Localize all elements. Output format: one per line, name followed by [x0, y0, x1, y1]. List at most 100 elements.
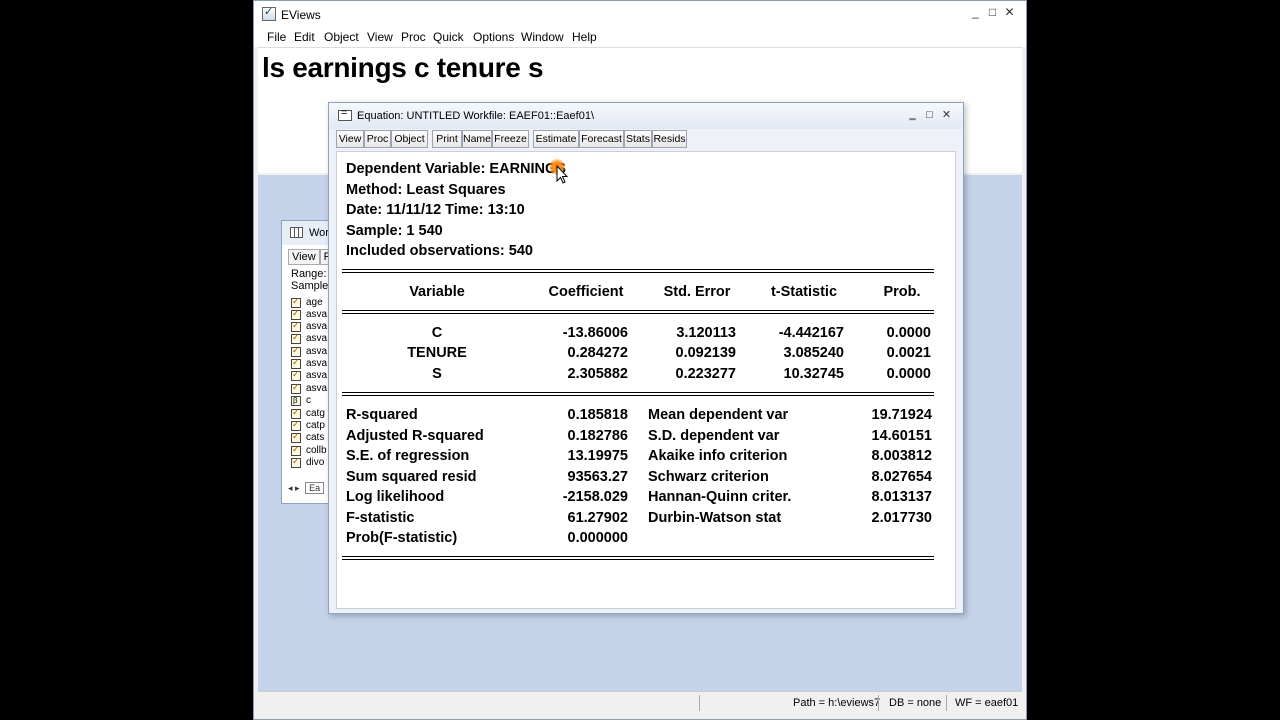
col-header-variable: Variable	[409, 284, 465, 300]
equation-titlebar[interactable]: Equation: UNTITLED Workfile: EAEF01::Eae…	[329, 103, 963, 129]
status-bar: Path = h:\eviews7 DB = none WF = eaef01	[258, 691, 1022, 714]
status-separator	[878, 695, 879, 711]
list-item[interactable]: asva	[291, 332, 328, 345]
stat-label: Adjusted R-squared	[346, 428, 484, 444]
series-object-icon	[291, 369, 301, 381]
stat-label: F-statistic	[346, 510, 415, 526]
stat-value: 14.60151	[871, 428, 932, 444]
menu-help[interactable]: Help	[572, 30, 597, 44]
menu-view[interactable]: View	[367, 30, 393, 44]
row-variable: S	[432, 366, 442, 382]
series-object-icon	[291, 382, 301, 394]
stat-value: 0.000000	[567, 530, 628, 546]
table-rule	[342, 310, 934, 314]
toolbar-view-button[interactable]: View	[336, 130, 364, 148]
menu-window[interactable]: Window	[521, 30, 564, 44]
date-time-line: Date: 11/11/12 Time: 13:10	[346, 202, 525, 218]
series-object-icon	[291, 332, 301, 344]
row-variable: C	[431, 325, 443, 341]
command-text[interactable]: ls earnings c tenure s	[262, 52, 544, 84]
toolbar-print-button[interactable]: Print	[432, 130, 462, 148]
stat-label: Mean dependent var	[648, 407, 789, 423]
series-object-icon	[291, 419, 301, 431]
equation-maximize-button[interactable]: □	[921, 109, 938, 121]
mouse-cursor-icon	[549, 159, 572, 184]
status-separator	[946, 695, 947, 711]
col-header-std-error: Std. Error	[663, 284, 731, 300]
series-object-icon	[291, 357, 301, 369]
row-coefficient: 0.284272	[567, 345, 628, 361]
list-item-label: asva	[306, 358, 328, 369]
list-item[interactable]: cats	[291, 431, 325, 444]
col-header-prob: Prob.	[883, 284, 921, 300]
workfile-tab-bar: ◂ ▸ Ea	[288, 482, 325, 494]
stat-value: 13.19975	[567, 448, 628, 464]
row-prob: 0.0021	[886, 345, 931, 361]
list-item[interactable]: asva	[291, 382, 328, 395]
stat-label: Hannan-Quinn criter.	[648, 489, 792, 505]
toolbar-estimate-button[interactable]: Estimate	[533, 130, 579, 148]
toolbar-object-button[interactable]: Object	[391, 130, 428, 148]
list-item[interactable]: asva	[291, 369, 327, 382]
menu-quick[interactable]: Quick	[433, 30, 464, 44]
list-item-label: divo	[306, 457, 325, 468]
row-std-error: 3.120113	[676, 325, 736, 341]
toolbar-resids-button[interactable]: Resids	[652, 130, 687, 148]
toolbar-stats-button[interactable]: Stats	[624, 130, 652, 148]
list-item-label: cats	[306, 432, 325, 443]
stat-label: Log likelihood	[346, 489, 445, 505]
close-button[interactable]: ✕	[1001, 5, 1018, 19]
toolbar-proc-button[interactable]: Proc	[364, 130, 391, 148]
equation-icon	[338, 107, 352, 121]
regression-output[interactable]: Dependent Variable: EARNINGS Method: Lea…	[336, 151, 956, 609]
list-item[interactable]: c	[291, 395, 311, 407]
workfile-view-button[interactable]: View	[288, 249, 320, 265]
status-workfile: WF = eaef01	[955, 697, 1019, 709]
minimize-button[interactable]: _	[967, 5, 984, 19]
row-prob: 0.0000	[886, 366, 931, 382]
equation-window-controls: ‗ □ ✕	[904, 108, 955, 121]
menu-proc[interactable]: Proc	[401, 30, 426, 44]
stat-label: S.E. of regression	[346, 448, 470, 464]
list-item-label: asva	[306, 383, 328, 394]
workfile-tab[interactable]: Ea	[305, 482, 325, 494]
toolbar-forecast-button[interactable]: Forecast	[579, 130, 624, 148]
series-object-icon	[291, 296, 301, 308]
row-t-statistic: 10.32745	[783, 366, 844, 382]
menu-object[interactable]: Object	[324, 30, 359, 44]
toolbar-freeze-button[interactable]: Freeze	[492, 130, 529, 148]
status-separator	[699, 695, 700, 711]
menu-edit[interactable]: Edit	[294, 30, 315, 44]
stat-label: Durbin-Watson stat	[648, 510, 782, 526]
row-std-error: 0.223277	[675, 366, 736, 382]
equation-window[interactable]: Equation: UNTITLED Workfile: EAEF01::Eae…	[328, 102, 964, 614]
equation-title: Equation: UNTITLED Workfile: EAEF01::Eae…	[357, 110, 595, 122]
menu-file[interactable]: File	[267, 30, 286, 44]
stat-label: R-squared	[346, 407, 418, 423]
main-titlebar: EViews _□✕	[254, 1, 1026, 27]
status-db: DB = none	[889, 697, 942, 709]
equation-minimize-button[interactable]: ‗	[904, 109, 921, 121]
table-rule	[342, 556, 934, 560]
stat-label: Sum squared resid	[346, 469, 477, 485]
series-object-icon	[291, 456, 301, 468]
stat-value: 19.71924	[871, 407, 932, 423]
method-line: Method: Least Squares	[346, 182, 506, 198]
list-item-label: asva	[306, 333, 328, 344]
row-coefficient: -13.86006	[562, 325, 628, 341]
menu-options[interactable]: Options	[473, 30, 514, 44]
workfile-title: Wor	[309, 227, 329, 239]
equation-close-button[interactable]: ✕	[938, 108, 955, 121]
eviews-app-icon	[262, 5, 276, 21]
maximize-button[interactable]: □	[984, 5, 1001, 19]
stat-label: Schwarz criterion	[648, 469, 769, 485]
scalar-object-icon	[291, 395, 301, 406]
toolbar-name-button[interactable]: Name	[462, 130, 492, 148]
list-item[interactable]: divo	[291, 456, 325, 469]
tab-scroll-arrows[interactable]: ◂ ▸	[288, 483, 300, 493]
stat-value: 8.013137	[871, 489, 932, 505]
list-item-label: asva	[306, 321, 328, 332]
list-item-label: asva	[306, 346, 328, 357]
stat-label: Akaike info criterion	[648, 448, 788, 464]
row-std-error: 0.092139	[675, 345, 736, 361]
